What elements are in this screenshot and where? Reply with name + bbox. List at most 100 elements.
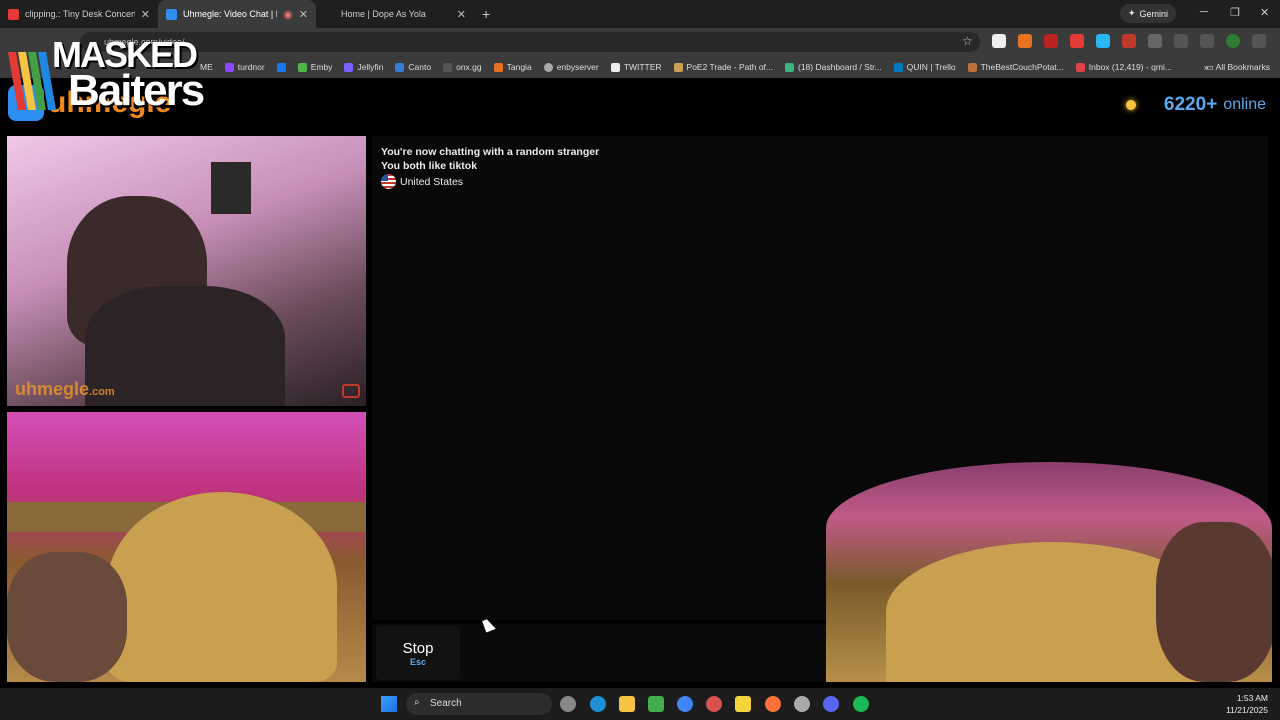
bookmark-item[interactable]: Tangia bbox=[493, 62, 532, 72]
menu-kebab-icon[interactable] bbox=[1252, 34, 1266, 48]
poe-icon bbox=[673, 62, 683, 72]
x-icon bbox=[610, 62, 620, 72]
stop-hint: Esc bbox=[409, 657, 426, 667]
file-explorer-icon[interactable] bbox=[619, 696, 635, 712]
browser-tab-1[interactable]: clipping.: Tiny Desk Concert - Yo ✕ bbox=[0, 0, 158, 28]
common-interest-line: You both like tiktok bbox=[381, 160, 478, 172]
clock-time: 1:53 AM bbox=[1236, 693, 1268, 703]
extensions-puzzle-icon[interactable] bbox=[1148, 34, 1162, 48]
discord-icon[interactable] bbox=[823, 696, 839, 712]
bookmark-label: turdnor bbox=[237, 62, 265, 72]
app-icon[interactable] bbox=[706, 696, 722, 712]
bookmark-item[interactable]: onx.gg bbox=[443, 62, 482, 72]
bookmark-label: Emby bbox=[310, 62, 333, 72]
bookmark-label: onx.gg bbox=[456, 62, 482, 72]
gmail-icon bbox=[1075, 62, 1085, 72]
taskbar-search[interactable]: ⌕ Search bbox=[406, 693, 552, 715]
close-tab-icon[interactable]: ✕ bbox=[299, 8, 308, 21]
bookmark-item[interactable]: TWITTER bbox=[610, 62, 662, 72]
system-clock[interactable]: 1:53 AM 11/21/2025 bbox=[1226, 692, 1268, 716]
stranger-country: United States bbox=[381, 174, 463, 189]
bookmark-label: Jellyfin bbox=[357, 62, 384, 72]
spotify-icon[interactable] bbox=[853, 696, 869, 712]
stop-button[interactable]: Stop Esc bbox=[376, 626, 460, 680]
online-count: 6220+ bbox=[1163, 94, 1218, 115]
stranger-body bbox=[85, 286, 285, 406]
search-label: Search bbox=[430, 698, 462, 709]
extension-7tv-icon[interactable] bbox=[1096, 34, 1110, 48]
extension-fox-icon[interactable] bbox=[1018, 34, 1032, 48]
edge-icon[interactable] bbox=[590, 696, 606, 712]
masked-baiters-overlay-logo: MASKED Baiters bbox=[8, 34, 228, 115]
gemini-button[interactable]: ✦ Gemini bbox=[1120, 4, 1177, 23]
task-view-icon[interactable] bbox=[560, 696, 576, 712]
extension-youtube-icon[interactable] bbox=[1070, 34, 1084, 48]
bookmark-label: PoE2 Trade - Path of... bbox=[686, 62, 773, 72]
all-bookmarks-button[interactable]: ▭ All Bookmarks bbox=[1206, 62, 1270, 73]
extension-red-icon[interactable] bbox=[1044, 34, 1058, 48]
bookmark-star-icon[interactable]: ☆ bbox=[962, 34, 973, 48]
search-icon: ⌕ bbox=[414, 697, 420, 708]
wall-poster bbox=[211, 162, 251, 214]
tangia-icon bbox=[493, 62, 503, 72]
bookmark-item[interactable]: turdnor bbox=[224, 62, 265, 72]
bookmark-label: Tangia bbox=[506, 62, 532, 72]
message-input[interactable] bbox=[466, 626, 830, 680]
media-icon[interactable] bbox=[1200, 34, 1214, 48]
tab-title: Home | Dope As Yola bbox=[341, 9, 426, 19]
sticky-notes-icon[interactable] bbox=[735, 696, 751, 712]
dashboard-icon bbox=[785, 62, 794, 72]
bookmark-label: QUIN | Trello bbox=[906, 62, 956, 72]
cast-icon[interactable] bbox=[1174, 34, 1188, 48]
self-video bbox=[7, 412, 366, 682]
maximize-icon[interactable]: ❐ bbox=[1230, 6, 1240, 19]
online-label: online bbox=[1223, 96, 1266, 113]
profile-avatar[interactable] bbox=[1226, 34, 1240, 48]
bookmark-item[interactable]: TheBestCouchPotat... bbox=[967, 62, 1064, 72]
emby-icon bbox=[297, 62, 307, 72]
trello-icon bbox=[893, 62, 903, 72]
online-counter: 6220+ online bbox=[1125, 94, 1266, 116]
bookmark-item[interactable]: Inbox (12,419) - qmi... bbox=[1075, 62, 1172, 72]
close-tab-icon[interactable]: ✕ bbox=[457, 8, 466, 21]
report-flag-icon[interactable] bbox=[342, 384, 360, 398]
self-figure bbox=[7, 552, 127, 682]
browser-tab-3[interactable]: Home | Dope As Yola ✕ bbox=[316, 0, 474, 28]
windows-start-icon[interactable] bbox=[381, 696, 397, 712]
tab-title: Uhmegle: Video Chat | Ran bbox=[183, 9, 277, 19]
bookmark-item[interactable]: enbyserver bbox=[543, 62, 599, 72]
browser-tab-2[interactable]: Uhmegle: Video Chat | Ran ◉ ✕ bbox=[158, 0, 316, 28]
bookmark-item[interactable]: PoE2 Trade - Path of... bbox=[673, 62, 773, 72]
bookmark-item[interactable] bbox=[276, 62, 286, 72]
terminal-icon[interactable] bbox=[648, 696, 664, 712]
obs-icon[interactable] bbox=[794, 696, 810, 712]
recording-icon: ◉ bbox=[283, 8, 293, 21]
folder-icon: ▭ bbox=[1205, 62, 1216, 72]
chat-status-line: You're now chatting with a random strang… bbox=[381, 146, 600, 158]
windows-taskbar: ⌕ Search 1:53 AM 11/21/2025 bbox=[0, 688, 1280, 720]
couch-icon bbox=[967, 62, 977, 72]
bookmark-label: Canto bbox=[408, 62, 432, 72]
jellyfin-icon bbox=[344, 62, 354, 72]
minimize-icon[interactable]: ─ bbox=[1200, 6, 1208, 18]
firefox-icon[interactable] bbox=[765, 696, 781, 712]
bookmark-item[interactable]: Emby bbox=[297, 62, 333, 72]
bookmark-label: TWITTER bbox=[623, 62, 662, 72]
bookmark-item[interactable]: (18) Dashboard / Str... bbox=[785, 62, 882, 72]
close-window-icon[interactable]: ✕ bbox=[1260, 6, 1269, 19]
bookmark-item[interactable]: QUIN | Trello bbox=[893, 62, 956, 72]
extension-k-icon[interactable] bbox=[992, 34, 1006, 48]
site-tab-icon bbox=[324, 9, 335, 20]
self-figure bbox=[1156, 522, 1272, 682]
country-name: United States bbox=[400, 175, 464, 188]
bookmark-item[interactable]: Jellyfin bbox=[344, 62, 383, 72]
bookmark-item[interactable]: Canto bbox=[395, 62, 431, 72]
stop-label: Stop bbox=[402, 640, 434, 657]
extension-ublock-icon[interactable] bbox=[1122, 34, 1136, 48]
new-tab-button[interactable]: + bbox=[482, 6, 490, 22]
sun-icon[interactable] bbox=[1125, 100, 1136, 110]
sparkle-icon: ✦ bbox=[1128, 8, 1136, 18]
uhmegle-watermark: uhmegle.com bbox=[15, 379, 115, 400]
chrome-icon[interactable] bbox=[677, 696, 693, 712]
close-tab-icon[interactable]: ✕ bbox=[141, 8, 150, 21]
